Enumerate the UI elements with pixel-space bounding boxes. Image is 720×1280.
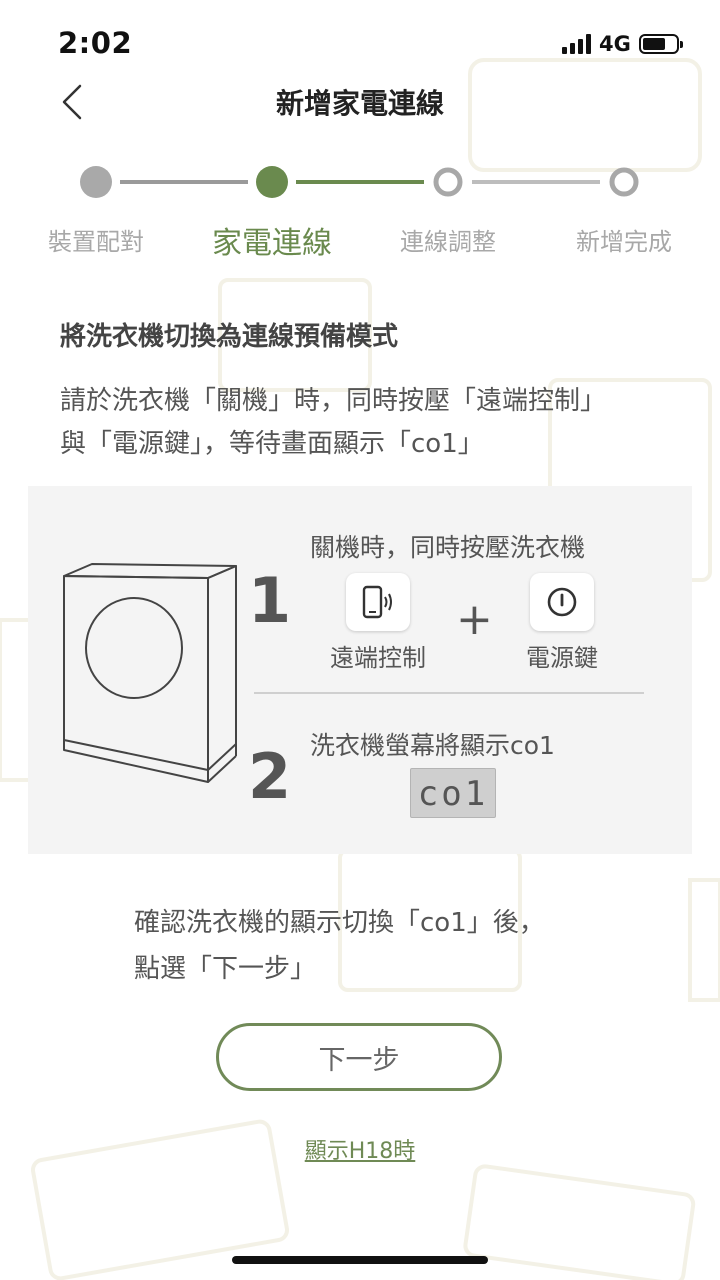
step-dot-2 bbox=[256, 166, 288, 198]
power-key bbox=[530, 573, 594, 631]
step-label-connect: 家電連線 bbox=[212, 226, 332, 261]
remote-phone-icon bbox=[362, 585, 392, 619]
confirm-text: 確認洗衣機的顯示切換「co1」後， 點選「下一步」 bbox=[134, 900, 634, 992]
steps-divider bbox=[254, 692, 644, 694]
instruction-heading: 將洗衣機切換為連線預備模式 bbox=[60, 322, 399, 352]
remote-control-label: 遠端控制 bbox=[330, 644, 426, 672]
status-icons: 4G bbox=[562, 32, 683, 56]
step-2-number: 2 bbox=[248, 740, 292, 813]
washing-machine-illustration bbox=[63, 563, 237, 783]
confirm-line-1: 確認洗衣機的顯示切換「co1」後， bbox=[134, 908, 545, 938]
step-1-text: 關機時，同時按壓洗衣機 bbox=[310, 533, 586, 562]
step-dot-3 bbox=[433, 167, 463, 197]
instruction-line-2: 與「電源鍵」，等待畫面顯示「co1」 bbox=[60, 429, 484, 459]
stepper-track bbox=[80, 166, 639, 198]
next-step-button[interactable]: 下一步 bbox=[216, 1023, 502, 1091]
instruction-line-1: 請於洗衣機「關機」時，同時按壓「遠端控制」 bbox=[60, 386, 607, 416]
power-key-label: 電源鍵 bbox=[526, 644, 598, 672]
signal-icon bbox=[562, 34, 591, 54]
confirm-line-2: 點選「下一步」 bbox=[134, 954, 317, 984]
network-label: 4G bbox=[599, 32, 631, 56]
remote-control-key bbox=[346, 573, 410, 631]
power-icon bbox=[547, 587, 577, 617]
step-2-text: 洗衣機螢幕將顯示co1 bbox=[310, 731, 555, 760]
step-label-adjust: 連線調整 bbox=[400, 228, 496, 256]
lcd-display: co1 bbox=[410, 768, 496, 818]
step-label-complete: 新增完成 bbox=[576, 228, 672, 256]
instruction-description: 請於洗衣機「關機」時，同時按壓「遠端控制」 與「電源鍵」，等待畫面顯示「co1」 bbox=[60, 380, 680, 466]
step-label-pairing: 裝置配對 bbox=[48, 228, 144, 256]
page-title: 新增家電連線 bbox=[275, 87, 444, 120]
illustration-panel: 1 關機時，同時按壓洗衣機 遠端控制 + 電源鍵 2 洗衣機螢幕將顯示co1 c… bbox=[28, 486, 692, 854]
home-indicator[interactable] bbox=[232, 1256, 488, 1264]
show-h18-link[interactable]: 顯示H18時 bbox=[0, 1133, 720, 1165]
step-1-number: 1 bbox=[248, 564, 292, 637]
progress-stepper: 裝置配對 家電連線 連線調整 新增完成 bbox=[0, 160, 720, 270]
battery-icon bbox=[638, 34, 683, 54]
step-dot-4 bbox=[609, 167, 639, 197]
step-dot-1 bbox=[80, 166, 112, 198]
status-time: 2:02 bbox=[58, 26, 133, 60]
